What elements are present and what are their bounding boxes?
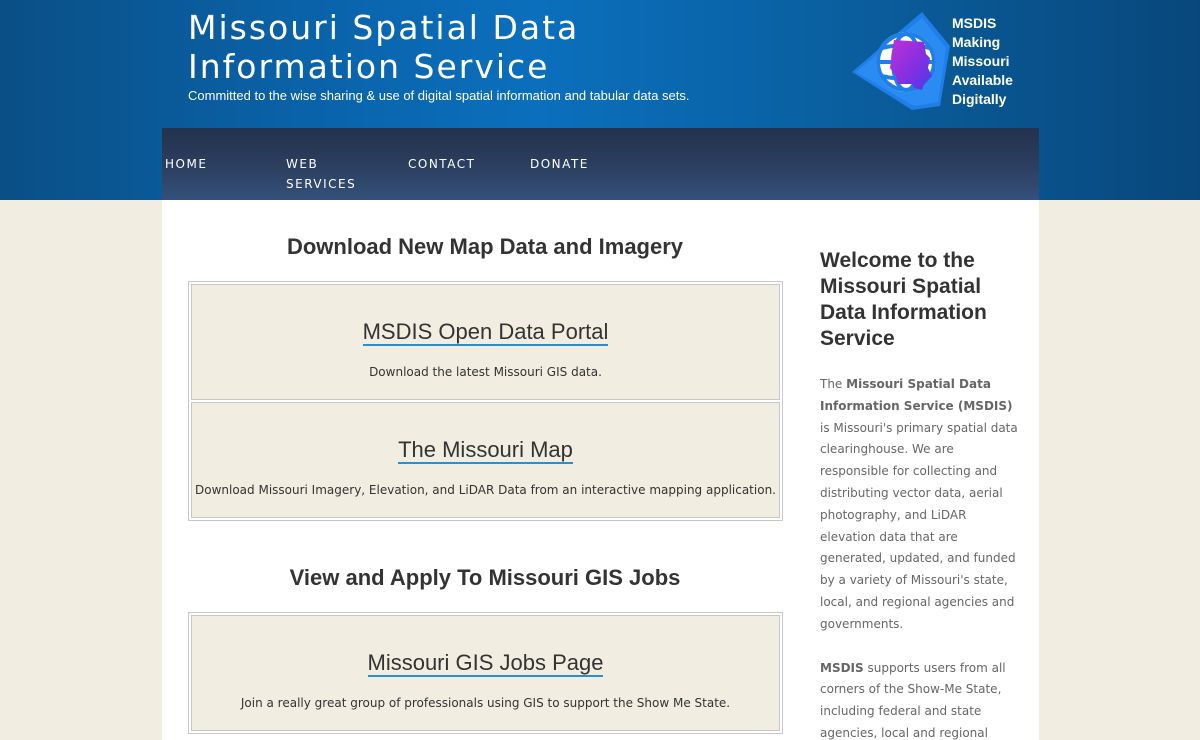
missouri-globe-icon <box>852 12 950 110</box>
nav-item-web-services[interactable]: WEB SERVICES <box>286 154 356 194</box>
nav-item-home[interactable]: HOME <box>165 154 207 174</box>
sidebar-paragraph-2: MSDIS supports users from all corners of… <box>820 660 1006 740</box>
box-desc: Join a really great group of professiona… <box>240 696 731 710</box>
nav-item-donate[interactable]: DONATE <box>530 154 589 174</box>
site-tagline: Committed to the wise sharing & use of d… <box>188 88 690 103</box>
link-open-data-portal[interactable]: MSDIS Open Data Portal <box>192 319 779 346</box>
main-content: Download New Map Data and Imagery MSDIS … <box>162 200 1039 740</box>
box-missouri-map: The Missouri Map Download Missouri Image… <box>191 402 780 518</box>
nav-item-contact[interactable]: CONTACT <box>408 154 475 174</box>
sidebar: Welcome to the Missouri Spatial Data Inf… <box>820 248 1020 740</box>
logo-text: MSDIS Making Missouri Available Digitall… <box>952 15 1013 107</box>
section-heading-download: Download New Map Data and Imagery <box>286 234 684 259</box>
sidebar-text: The Missouri Spatial Data Information Se… <box>820 374 1020 740</box>
box-gis-jobs: Missouri GIS Jobs Page Join a really gre… <box>191 615 780 731</box>
box-desc: Download the latest Missouri GIS data. <box>369 365 602 379</box>
link-gis-jobs[interactable]: Missouri GIS Jobs Page <box>192 650 779 677</box>
box-desc: Download Missouri Imagery, Elevation, an… <box>195 483 776 497</box>
site-title-line-2: Information Service <box>188 47 550 86</box>
jobs-box-group: Missouri GIS Jobs Page Join a really gre… <box>188 612 783 734</box>
msdis-logo[interactable]: MSDIS Making Missouri Available Digitall… <box>850 10 1030 114</box>
site-title-line-1: Missouri Spatial Data <box>188 8 580 47</box>
site-header: Missouri Spatial Data Information Servic… <box>162 0 1039 128</box>
download-box-group: MSDIS Open Data Portal Download the late… <box>188 281 783 521</box>
link-missouri-map[interactable]: The Missouri Map <box>192 437 779 464</box>
site-title[interactable]: Missouri Spatial Data Information Servic… <box>188 8 608 86</box>
sidebar-paragraph-1: The Missouri Spatial Data Information Se… <box>820 377 1018 631</box>
section-heading-jobs: View and Apply To Missouri GIS Jobs <box>289 565 681 590</box>
sidebar-title: Welcome to the Missouri Spatial Data Inf… <box>820 249 987 350</box>
box-open-data-portal: MSDIS Open Data Portal Download the late… <box>191 284 780 400</box>
main-nav: HOME WEB SERVICES CONTACT DONATE <box>162 128 1039 200</box>
